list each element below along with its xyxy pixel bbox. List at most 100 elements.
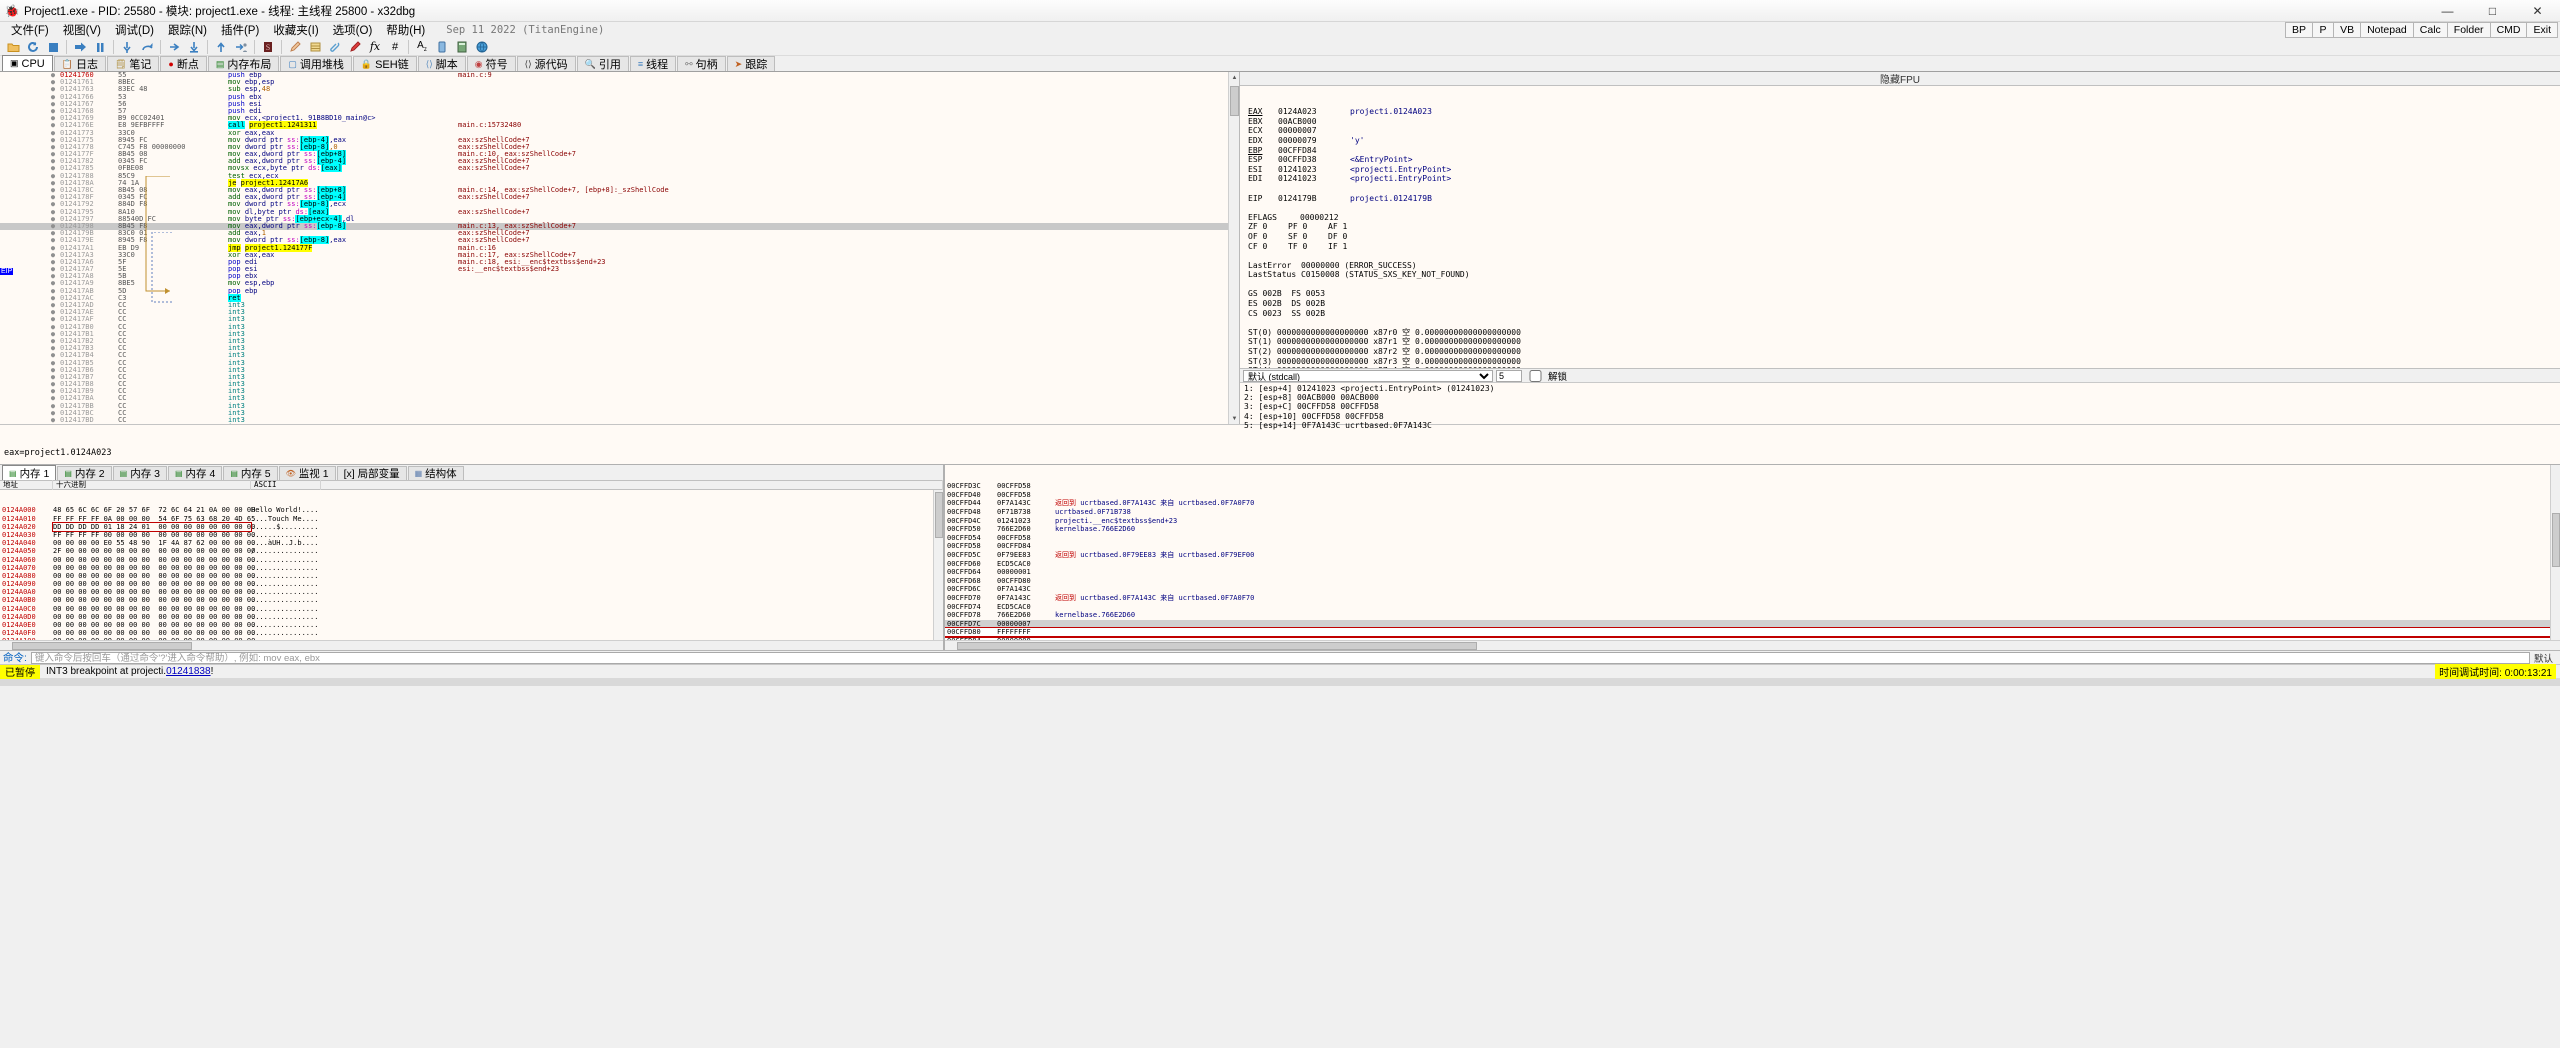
dump-hex[interactable]: 00 00 00 00 00 00 00 00 00 00 00 00 00 0… <box>53 613 255 621</box>
disassembly-row[interactable]: ● 0124179B 83C0 01 add eax,1 eax:szShellCode… <box>0 229 1239 237</box>
disassembly-row[interactable]: ● 012417A6 5F pop edi main.c:18, esi:__enc$t… <box>0 258 1239 266</box>
step-out-icon[interactable] <box>164 38 184 55</box>
disassembly-row[interactable]: ● 01241768 57 push edi <box>0 107 1239 115</box>
tab-breakpoints[interactable]: ● 断点 <box>160 56 207 71</box>
register-ebx[interactable]: EBX 00ACB000 <box>1248 117 2560 127</box>
dump-hex[interactable]: 00 00 00 00 00 00 00 00 00 00 00 00 00 0… <box>53 572 255 580</box>
disassembly-row[interactable]: ● 01241761 8BEC mov ebp,esp <box>0 78 1239 86</box>
stack-row[interactable]: 00CFFD6C 0F7A143C <box>945 585 2560 594</box>
dump-ascii[interactable]: ................ <box>251 621 321 629</box>
tab-threads[interactable]: ≡ 线程 <box>629 56 677 71</box>
dump-hex[interactable]: 00 00 00 00 00 00 00 00 00 00 00 00 00 0… <box>53 588 255 596</box>
register-ecx[interactable]: ECX 00000007 <box>1248 126 2560 136</box>
dump-hex[interactable]: 00 00 00 00 E0 55 48 90 1F 4A 87 62 00 0… <box>53 539 255 547</box>
disassembly-row[interactable]: ● 01241763 83EC 48 sub esp,48 <box>0 86 1239 93</box>
dump-tab-memory-3[interactable]: ▤ 内存 3 <box>112 466 167 480</box>
globe-icon[interactable] <box>472 38 492 55</box>
disassembly-row[interactable]: ● 012417A1 EB D9 jmp project1.124177F main.c… <box>0 243 1239 252</box>
dump-row[interactable]: 0124A0F0 00 00 00 00 00 00 00 00 00 00 00… <box>0 629 943 637</box>
stack-row[interactable]: 00CFFD74 ECD5CAC0 <box>945 603 2560 612</box>
disassembly-row[interactable]: ● 012417BB CC int3 <box>0 402 1239 410</box>
stack-row[interactable]: 00CFFD64 00000001 <box>945 568 2560 577</box>
fav-button-notepad[interactable]: Notepad <box>2360 22 2414 38</box>
minimize-button[interactable]: — <box>2425 0 2470 22</box>
register-eax[interactable]: EAX 0124A023 projecti.0124A023 <box>1248 107 2560 117</box>
last-error[interactable]: LastError 00000000 (ERROR_SUCCESS) <box>1248 261 2560 271</box>
disassembly-row[interactable]: ● 01241785 0FBE08 movsx ecx,byte ptr ds:[ea… <box>0 164 1239 173</box>
dump-hex[interactable]: 00 00 00 00 00 00 00 00 00 00 00 00 00 0… <box>53 556 255 564</box>
disassembly-row[interactable]: ● 012417A7 5E pop esi esi:__enc$textbss$end+… <box>0 265 1239 273</box>
calc-icon[interactable] <box>452 38 472 55</box>
stack-value[interactable]: ECD5CAC0 <box>997 560 1055 569</box>
disassembly-row[interactable]: ● 012417B9 CC int3 <box>0 388 1239 395</box>
menu-item-trace[interactable]: 跟踪(N) <box>161 21 214 39</box>
dump-hex[interactable]: 00 00 00 00 00 00 00 00 00 00 00 00 00 0… <box>53 580 255 588</box>
stack-value[interactable]: 00CFFD58 <box>997 482 1055 491</box>
tab-seh[interactable]: 🔒 SEH链 <box>352 56 417 71</box>
disassembly-row[interactable]: ● 012417B7 CC int3 <box>0 373 1239 381</box>
fav-button-cmd[interactable]: CMD <box>2489 22 2528 38</box>
disassembly-row[interactable]: ● 012417B8 CC int3 <box>0 380 1239 388</box>
menu-item-plugins[interactable]: 插件(P) <box>214 21 266 39</box>
dump-row[interactable]: 0124A050 2F 00 00 00 00 00 00 00 00 00 00… <box>0 547 943 555</box>
close-button[interactable]: ✕ <box>2515 0 2560 22</box>
register-ebp[interactable]: EBP 00CFFD84 <box>1248 146 2560 156</box>
dump-ascii[interactable]: ................ <box>251 629 321 637</box>
tab-script[interactable]: ⟨⟩ 脚本 <box>417 56 466 71</box>
argument-row[interactable]: 3: [esp+C] 00CFFD58 00CFFD58 <box>1244 402 2556 411</box>
menu-item-file[interactable]: 文件(F) <box>4 21 56 39</box>
dump-col-ascii[interactable]: ASCII <box>251 480 321 490</box>
dump-hscrollbar[interactable] <box>0 640 943 650</box>
hash-icon[interactable]: # <box>385 38 405 55</box>
disassembly-row[interactable]: ● 01241792 884D F8 mov dword ptr ss:[ebp-8]… <box>0 200 1239 209</box>
tab-references[interactable]: 🔍 引用 <box>576 56 629 71</box>
stack-value[interactable]: 0F7A143C <box>997 585 1055 594</box>
stack-value[interactable]: 0F71B738 <box>997 508 1055 517</box>
menu-item-options[interactable]: 选项(O) <box>326 21 380 39</box>
disassembly-row[interactable]: ● 012417A9 8BE5 mov esp,ebp <box>0 280 1239 287</box>
dump-tab-memory-4[interactable]: ▤ 内存 4 <box>167 466 223 480</box>
disassembly-row[interactable]: ● 012417BC CC int3 <box>0 409 1239 417</box>
unlock-checkbox[interactable] <box>1529 369 1542 382</box>
disassembly-row[interactable]: ● 012417B1 CC int3 <box>0 330 1239 338</box>
math-icon[interactable]: fx <box>365 38 385 55</box>
stack-value[interactable]: 00000001 <box>997 568 1055 577</box>
stack-scrollbar[interactable] <box>2550 465 2560 640</box>
disassembly-row[interactable]: ● 012417B3 CC int3 <box>0 344 1239 352</box>
disassembly-row[interactable]: ● 0124178C 8B45 08 mov eax,dword ptr ss:[eb… <box>0 186 1239 194</box>
disassembly-row[interactable]: ● 0124176E E8 9EFBFFFF call project1.124131… <box>0 121 1239 130</box>
argument-row[interactable]: 4: [esp+10] 00CFFD58 00CFFD58 <box>1244 412 2556 421</box>
dump-row[interactable]: 0124A0E0 00 00 00 00 00 00 00 00 00 00 00… <box>0 621 943 629</box>
scrollbar-thumb[interactable] <box>1230 86 1239 116</box>
disassembly-row[interactable]: ● 01241778 C745 F8 00000000 mov dword ptr s… <box>0 142 1239 151</box>
stack-row[interactable]: 00CFFD5C 0F79EE83 返回到 ucrtbased.0F79EE83 来… <box>945 551 2560 560</box>
dump-hex[interactable]: 00 00 00 00 00 00 00 00 00 00 00 00 00 0… <box>53 596 255 604</box>
tab-notes[interactable]: 🗒 笔记 <box>106 56 160 71</box>
tab-log[interactable]: 📋 日志 <box>53 56 106 71</box>
dump-scrollbar[interactable] <box>933 490 943 640</box>
scrollbar-thumb[interactable] <box>957 642 1477 650</box>
font-icon[interactable]: Az <box>412 38 432 55</box>
registers-body[interactable]: EAX 0124A023 projecti.0124A023 EBX 00ACB000 E… <box>1240 86 2560 368</box>
command-mode-label[interactable]: 默认 <box>2534 651 2557 665</box>
disassembly-row[interactable]: ● 012417B2 CC int3 <box>0 337 1239 345</box>
dump-hex[interactable]: 48 65 6C 6C 6F 20 57 6F 72 6C 64 21 0A 0… <box>53 506 255 514</box>
dump-hex[interactable]: DD DD DD DD 01 18 24 01 00 00 00 00 00 0… <box>52 521 255 532</box>
disassembly-row[interactable]: ● 012417AD CC int3 <box>0 301 1239 309</box>
fpu-st-row[interactable]: ST(0) 0000000000000000000 x87r0 空 0.0000… <box>1248 328 2560 338</box>
tab-call-stack[interactable]: ▢ 调用堆栈 <box>280 56 352 71</box>
log-icon[interactable] <box>285 38 305 55</box>
dump-ascii[interactable]: Hello World!.... <box>251 506 321 514</box>
stack-row[interactable]: 00CFFD44 0F7A143C 返回到 ucrtbased.0F7A143C 来… <box>945 499 2560 508</box>
segment-row[interactable]: GS 002B FS 0053 <box>1248 289 2560 299</box>
register-esi[interactable]: ESI 01241023 <projecti.EntryPoint> <box>1248 165 2560 175</box>
menu-item-help[interactable]: 帮助(H) <box>379 21 432 39</box>
dump-tab-struct[interactable]: ▦ 结构体 <box>407 466 464 480</box>
dump-col-address[interactable]: 地址 <box>0 480 53 490</box>
open-icon[interactable] <box>3 38 23 55</box>
argument-row[interactable]: 5: [esp+14] 0F7A143C ucrtbased.0F7A143C <box>1244 421 2556 430</box>
step-into-icon[interactable] <box>117 38 137 55</box>
fav-button-calc[interactable]: Calc <box>2412 22 2448 38</box>
tab-cpu[interactable]: ▣ CPU <box>2 55 53 71</box>
dump-tab-locals[interactable]: [x] 局部变量 <box>336 466 407 480</box>
